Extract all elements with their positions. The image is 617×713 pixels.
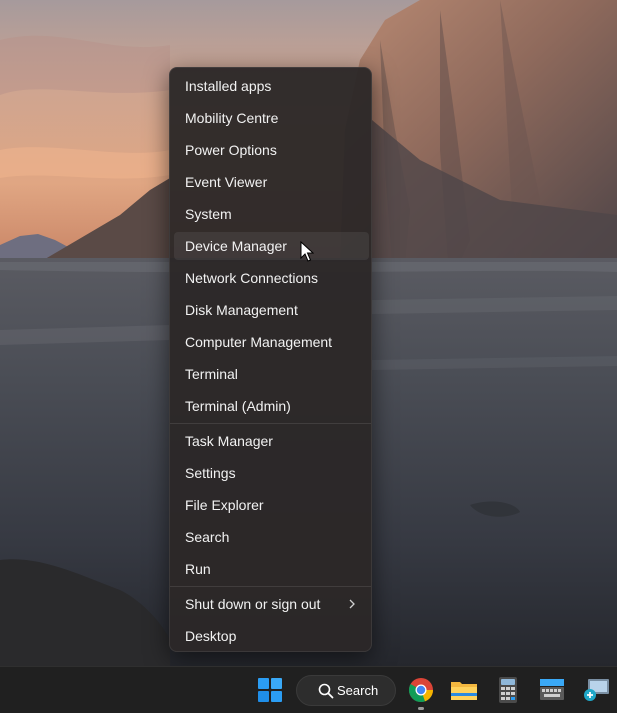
menu-item-computer-management[interactable]: Computer Management — [174, 328, 369, 356]
menu-item-settings[interactable]: Settings — [174, 459, 369, 487]
menu-item-shut-down-or-sign-out[interactable]: Shut down or sign out — [174, 590, 369, 618]
menu-item-file-explorer[interactable]: File Explorer — [174, 491, 369, 519]
windows-start-icon[interactable] — [254, 674, 286, 706]
remote-desktop-icon[interactable] — [580, 674, 612, 706]
chrome-icon[interactable] — [405, 674, 437, 706]
running-indicator — [418, 707, 424, 710]
menu-item-mobility-centre[interactable]: Mobility Centre — [174, 104, 369, 132]
menu-item-terminal-admin[interactable]: Terminal (Admin) — [174, 392, 369, 420]
quick-link-menu: Installed apps Mobility Centre Power Opt… — [169, 67, 372, 652]
menu-separator — [170, 586, 371, 587]
menu-item-network-connections[interactable]: Network Connections — [174, 264, 369, 292]
menu-item-disk-management[interactable]: Disk Management — [174, 296, 369, 324]
search-label: Search — [337, 683, 379, 698]
mouse-cursor-icon — [300, 241, 314, 262]
menu-item-terminal[interactable]: Terminal — [174, 360, 369, 388]
search-icon — [318, 683, 334, 699]
taskbar: Search — [0, 666, 617, 713]
chevron-right-icon — [349, 599, 355, 609]
menu-item-system[interactable]: System — [174, 200, 369, 228]
menu-item-event-viewer[interactable]: Event Viewer — [174, 168, 369, 196]
folder-icon[interactable] — [448, 674, 480, 706]
menu-separator — [170, 423, 371, 424]
menu-item-power-options[interactable]: Power Options — [174, 136, 369, 164]
taskbar-search-button[interactable]: Search — [296, 675, 396, 706]
calculator-icon[interactable] — [492, 674, 524, 706]
desktop[interactable]: Installed apps Mobility Centre Power Opt… — [0, 0, 617, 713]
menu-item-desktop[interactable]: Desktop — [174, 622, 369, 650]
menu-item-device-manager[interactable]: Device Manager — [174, 232, 369, 260]
menu-item-label: Shut down or sign out — [185, 596, 321, 612]
menu-item-search[interactable]: Search — [174, 523, 369, 551]
menu-item-run[interactable]: Run — [174, 555, 369, 583]
menu-item-task-manager[interactable]: Task Manager — [174, 427, 369, 455]
menu-item-installed-apps[interactable]: Installed apps — [174, 72, 369, 100]
keyboard-icon[interactable] — [536, 674, 568, 706]
